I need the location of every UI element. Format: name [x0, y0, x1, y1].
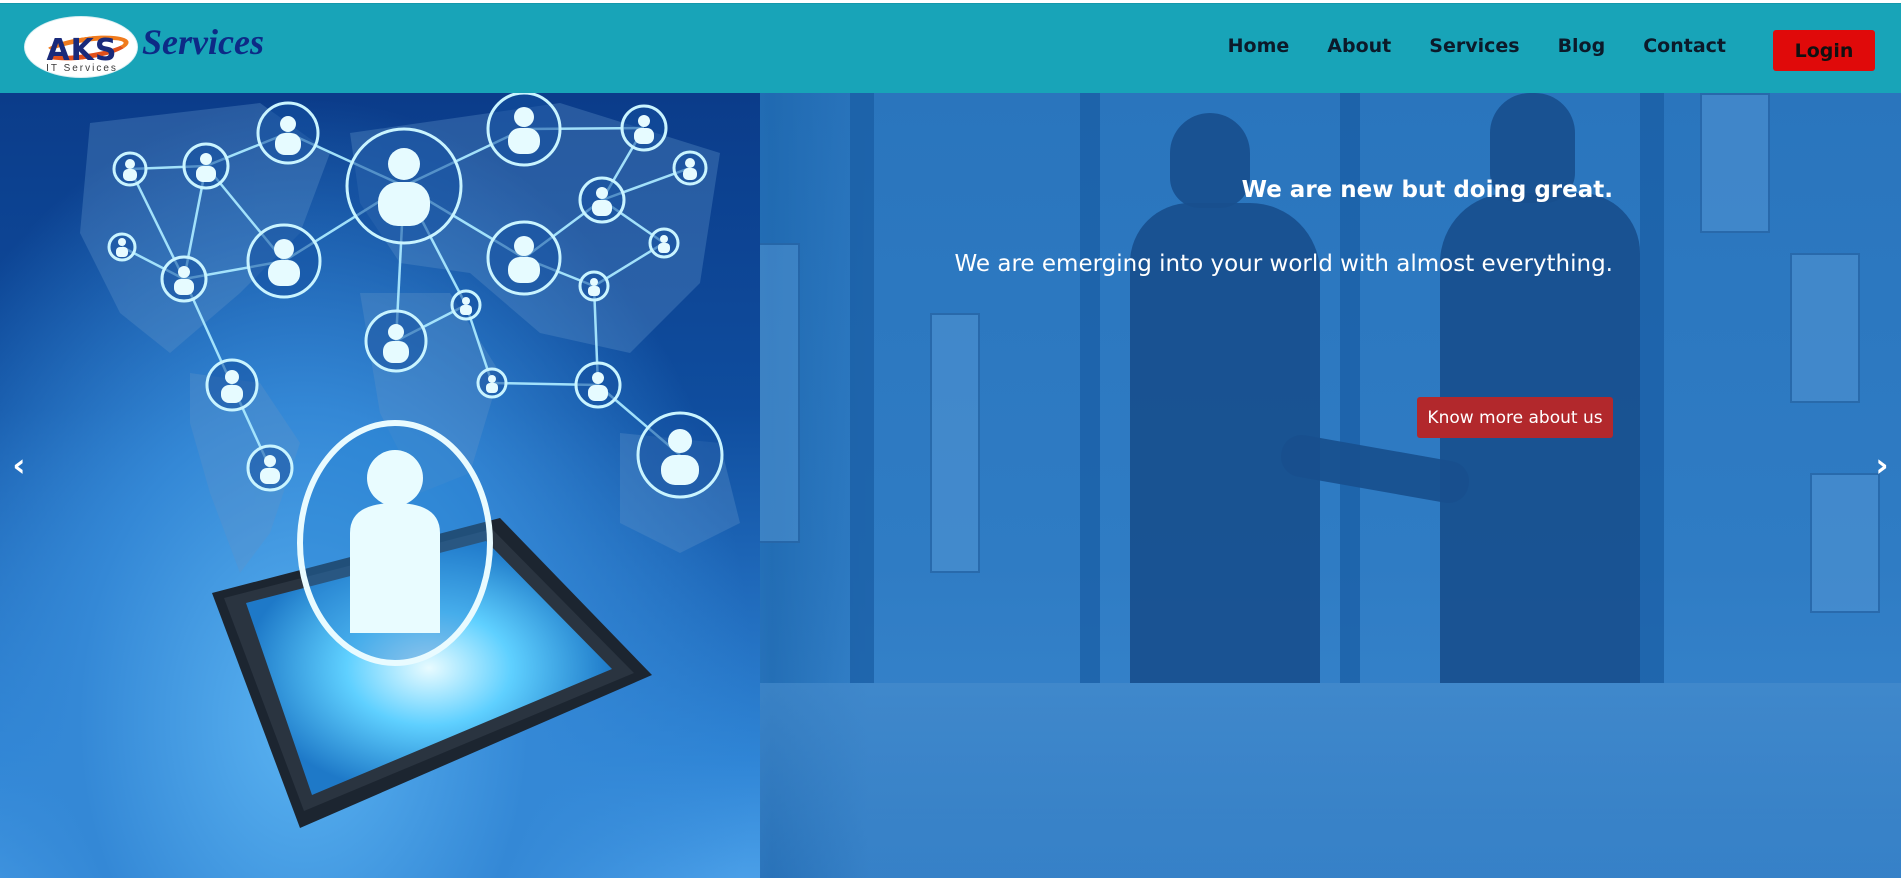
window-mullion	[1080, 93, 1100, 683]
nav-contact[interactable]: Contact	[1624, 35, 1745, 57]
network-diagram	[80, 93, 740, 828]
page: AKS IT Services Services Home About Serv…	[0, 0, 1901, 878]
hero-carousel: We are new but doing great. We are emerg…	[0, 93, 1901, 878]
know-more-button[interactable]: Know more about us	[1417, 397, 1613, 438]
login-button[interactable]: Login	[1773, 30, 1875, 71]
hero-heading: We are new but doing great.	[1241, 177, 1613, 203]
window-mullion	[850, 93, 874, 683]
handshake-photo	[700, 93, 1901, 878]
table-reflection	[700, 683, 1901, 878]
chevron-right-icon[interactable]: ›	[1867, 445, 1897, 485]
nav-home[interactable]: Home	[1209, 35, 1309, 57]
chevron-left-icon[interactable]: ‹	[4, 445, 34, 485]
nav-blog[interactable]: Blog	[1539, 35, 1625, 57]
window-pane	[930, 313, 980, 573]
brand-logo-link[interactable]: AKS IT Services Services	[24, 14, 264, 80]
person-left-head	[1170, 113, 1250, 208]
window-pane	[1790, 253, 1860, 403]
nav-about[interactable]: About	[1308, 35, 1410, 57]
window-pane	[1810, 473, 1880, 613]
logo-tagline: IT Services	[46, 63, 118, 74]
brand-name: Services	[142, 22, 264, 62]
window-mullion	[1640, 93, 1664, 683]
network-graphic	[0, 93, 760, 878]
hero-subheading: We are emerging into your world with alm…	[954, 251, 1613, 277]
main-nav: Home About Services Blog Contact	[1209, 4, 1745, 94]
navbar: AKS IT Services Services Home About Serv…	[0, 3, 1901, 93]
window-pane	[1700, 93, 1770, 233]
logo-emblem: AKS IT Services	[24, 16, 138, 78]
nav-services[interactable]: Services	[1410, 35, 1538, 57]
